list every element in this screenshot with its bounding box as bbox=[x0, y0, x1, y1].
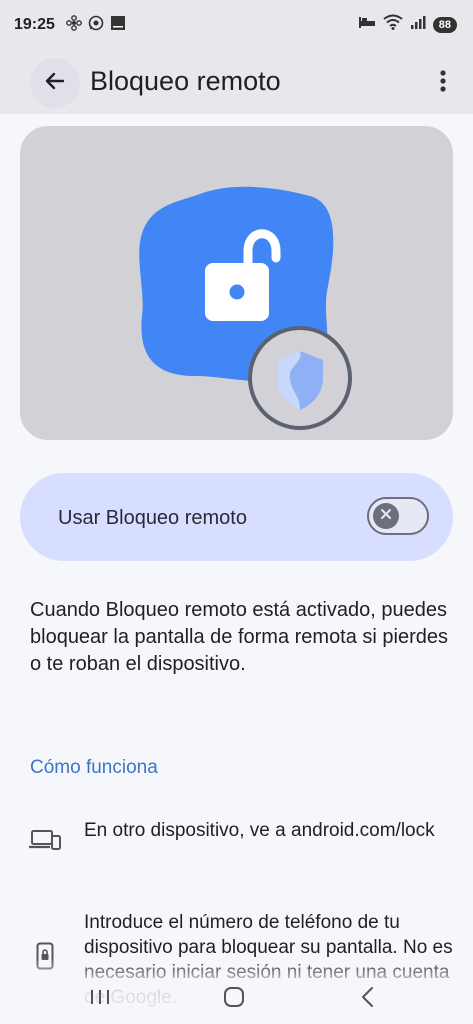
system-icons: 88 bbox=[358, 14, 457, 35]
more-options-button[interactable] bbox=[429, 66, 457, 100]
arrow-back-icon bbox=[43, 69, 67, 98]
home-icon bbox=[223, 986, 245, 1013]
back-button[interactable] bbox=[30, 58, 80, 108]
notification-icons bbox=[66, 15, 126, 36]
status-time: 19:25 bbox=[14, 16, 55, 33]
pinwheel-icon bbox=[66, 15, 82, 36]
devices-icon bbox=[28, 828, 62, 857]
orange-icon bbox=[110, 15, 126, 36]
recents-icon bbox=[89, 988, 111, 1011]
remote-lock-toggle-card[interactable]: Usar Bloqueo remoto bbox=[20, 473, 453, 561]
more-vert-icon bbox=[440, 69, 446, 97]
description-text: Cuando Bloqueo remoto está activado, pue… bbox=[30, 599, 449, 675]
battery-indicator: 88 bbox=[432, 16, 457, 33]
page-title: Bloqueo remoto bbox=[90, 66, 281, 96]
whatsapp-icon bbox=[88, 15, 104, 36]
status-bar: 19:25 88 bbox=[0, 0, 473, 52]
recents-button[interactable] bbox=[80, 984, 120, 1014]
app-bar: Bloqueo remoto bbox=[0, 52, 473, 114]
step-text: En otro dispositivo, ve a android.com/lo… bbox=[84, 820, 435, 841]
unlocked-padlock-illustration bbox=[139, 186, 352, 430]
chevron-left-icon bbox=[360, 986, 376, 1013]
toggle-label: Usar Bloqueo remoto bbox=[58, 507, 247, 529]
navigation-bar bbox=[0, 976, 473, 1024]
bed-icon bbox=[358, 15, 376, 34]
home-button[interactable] bbox=[214, 984, 254, 1014]
wifi-icon bbox=[383, 14, 403, 35]
remote-lock-switch[interactable] bbox=[367, 497, 429, 535]
close-icon bbox=[380, 507, 392, 525]
signal-icon bbox=[410, 15, 426, 34]
hero-illustration bbox=[20, 126, 453, 440]
back-nav-button[interactable] bbox=[348, 984, 388, 1014]
how-it-works-link[interactable]: Cómo funciona bbox=[30, 757, 158, 779]
switch-knob bbox=[373, 503, 399, 529]
